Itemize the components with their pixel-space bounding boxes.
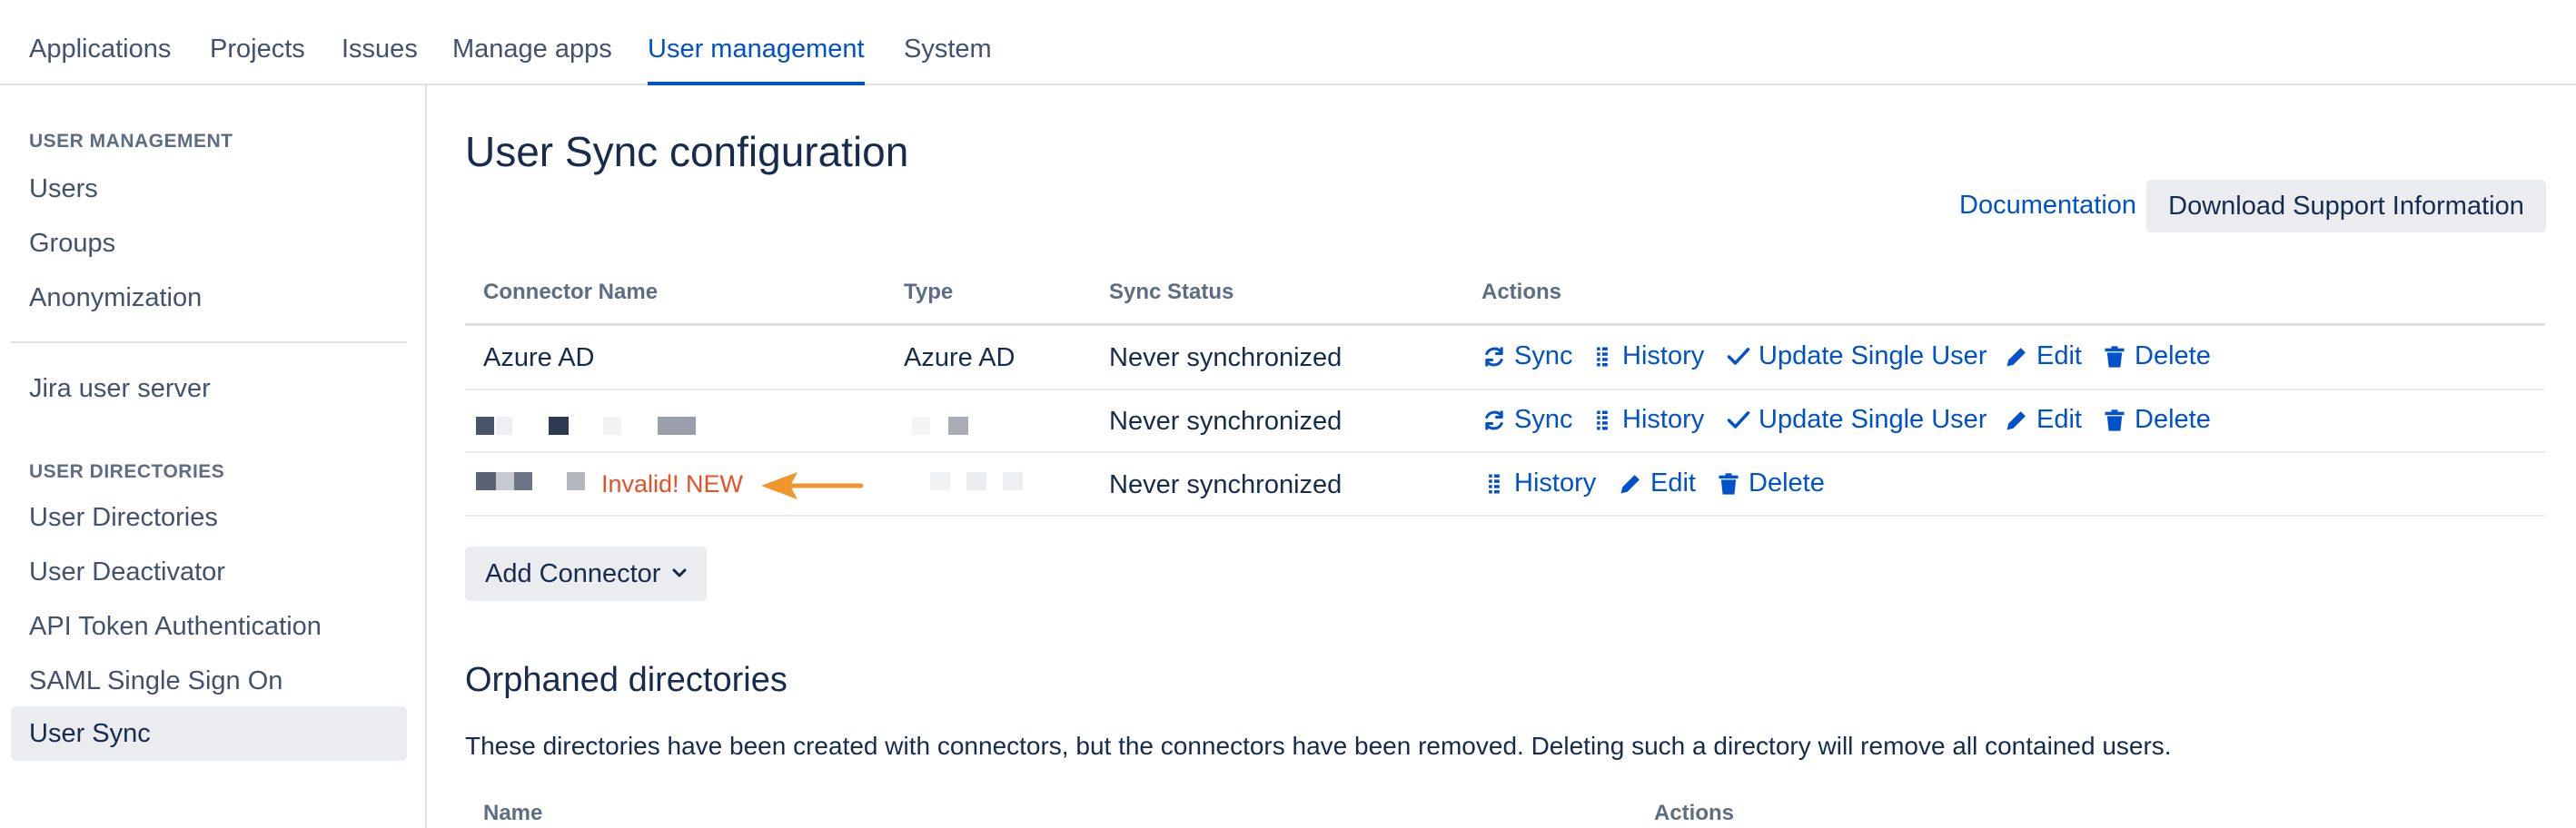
history-action-label: History bbox=[1622, 405, 1705, 434]
update-single-user-action[interactable]: Update Single User bbox=[1726, 341, 1986, 371]
sidebar-item-jira-user-server[interactable]: Jira user server bbox=[29, 374, 211, 404]
pencil-icon bbox=[1620, 474, 1640, 493]
delete-action[interactable]: Delete bbox=[2102, 341, 2211, 371]
delete-action-label: Delete bbox=[2135, 341, 2211, 370]
history-action[interactable]: History bbox=[1481, 468, 1596, 498]
sidebar-item-api-token-authentication[interactable]: API Token Authentication bbox=[29, 612, 322, 642]
connector-name-cell: Azure AD bbox=[483, 343, 595, 372]
edit-action[interactable]: Edit bbox=[2004, 341, 2082, 371]
tab-applications[interactable]: Applications bbox=[29, 34, 171, 64]
redacted-connector-name bbox=[549, 417, 569, 435]
table-header-divider bbox=[465, 323, 2545, 326]
orphaned-directories-title: Orphaned directories bbox=[465, 661, 788, 699]
column-header-actions: Actions bbox=[1654, 801, 1735, 825]
row-divider bbox=[465, 389, 2545, 390]
sidebar-item-users[interactable]: Users bbox=[29, 174, 98, 204]
history-list-icon bbox=[1489, 474, 1500, 493]
update-single-user-label: Update Single User bbox=[1759, 405, 1987, 434]
arrow-left-icon bbox=[761, 472, 864, 499]
sidebar-item-groups[interactable]: Groups bbox=[29, 229, 115, 259]
redacted-connector-name bbox=[496, 417, 512, 435]
redacted-connector-name bbox=[496, 472, 514, 490]
redacted-connector-type bbox=[966, 472, 986, 490]
download-support-information-button[interactable]: Download Support Information bbox=[2146, 180, 2546, 232]
sidebar-divider bbox=[11, 341, 407, 343]
redacted-connector-name bbox=[476, 472, 496, 490]
history-action[interactable]: History bbox=[1590, 341, 1704, 371]
sidebar-heading-user-management: USER MANAGEMENT bbox=[29, 131, 233, 152]
connector-type-cell: Azure AD bbox=[904, 343, 1016, 372]
sidebar-heading-user-directories: USER DIRECTORIES bbox=[29, 461, 225, 482]
chevron-down-icon bbox=[672, 547, 687, 620]
sync-icon bbox=[1485, 410, 1503, 429]
checkmark-icon bbox=[1727, 410, 1750, 429]
history-list-icon bbox=[1597, 347, 1608, 366]
column-header-name: Name bbox=[483, 801, 543, 825]
sidebar-item-user-directories[interactable]: User Directories bbox=[29, 503, 218, 533]
redacted-connector-name bbox=[567, 472, 585, 490]
column-header-connector-name: Connector Name bbox=[483, 280, 659, 304]
history-action-label: History bbox=[1514, 468, 1597, 498]
redacted-connector-name bbox=[514, 472, 532, 490]
edit-action[interactable]: Edit bbox=[2004, 405, 2082, 435]
history-action[interactable]: History bbox=[1590, 405, 1704, 435]
update-single-user-action[interactable]: Update Single User bbox=[1726, 405, 1986, 435]
sidebar-item-anonymization[interactable]: Anonymization bbox=[29, 283, 202, 313]
sync-status-cell: Never synchronized bbox=[1109, 343, 1342, 372]
sidebar: USER MANAGEMENT Users Groups Anonymizati… bbox=[0, 85, 427, 828]
redacted-connector-name bbox=[476, 417, 494, 435]
delete-action-label: Delete bbox=[2135, 405, 2211, 434]
orphaned-directories-description: These directories have been created with… bbox=[465, 732, 2172, 760]
history-list-icon bbox=[1597, 410, 1608, 429]
invalid-new-badge: Invalid! NEW bbox=[601, 470, 744, 498]
add-connector-button[interactable]: Add Connector bbox=[465, 547, 707, 601]
sync-action[interactable]: Sync bbox=[1481, 405, 1572, 435]
sync-status-cell: Never synchronized bbox=[1109, 407, 1342, 436]
top-navigation: Applications Projects Issues Manage apps… bbox=[0, 0, 2576, 85]
column-header-sync-status: Sync Status bbox=[1109, 280, 1234, 304]
delete-action[interactable]: Delete bbox=[1716, 468, 1825, 498]
trash-icon bbox=[2105, 409, 2125, 431]
page-title: User Sync configuration bbox=[465, 128, 909, 175]
row-divider bbox=[465, 451, 2545, 453]
sync-icon bbox=[1485, 347, 1503, 366]
update-single-user-label: Update Single User bbox=[1759, 341, 1987, 370]
tab-manage-apps[interactable]: Manage apps bbox=[452, 34, 612, 64]
sidebar-item-user-sync[interactable]: User Sync bbox=[11, 706, 407, 761]
sync-action[interactable]: Sync bbox=[1481, 341, 1572, 371]
history-action-label: History bbox=[1622, 341, 1705, 370]
checkmark-icon bbox=[1727, 347, 1750, 365]
redacted-connector-type bbox=[912, 417, 930, 435]
pencil-icon bbox=[2006, 347, 2026, 366]
trash-icon bbox=[2105, 345, 2125, 368]
tab-issues[interactable]: Issues bbox=[342, 34, 418, 64]
redacted-connector-name bbox=[658, 417, 696, 435]
tab-system[interactable]: System bbox=[904, 34, 992, 64]
delete-action-label: Delete bbox=[1749, 468, 1825, 498]
edit-action-label: Edit bbox=[2036, 341, 2082, 370]
column-header-actions: Actions bbox=[1481, 280, 1562, 304]
sync-status-cell: Never synchronized bbox=[1109, 470, 1342, 499]
delete-action[interactable]: Delete bbox=[2102, 405, 2211, 435]
tab-projects[interactable]: Projects bbox=[210, 34, 305, 64]
redacted-connector-type bbox=[1003, 472, 1023, 490]
sync-action-label: Sync bbox=[1514, 341, 1573, 370]
add-connector-label: Add Connector bbox=[485, 559, 661, 588]
edit-action[interactable]: Edit bbox=[1618, 468, 1696, 498]
sync-action-label: Sync bbox=[1514, 405, 1573, 434]
edit-action-label: Edit bbox=[2036, 405, 2082, 434]
edit-action-label: Edit bbox=[1650, 468, 1696, 498]
redacted-connector-type bbox=[948, 417, 968, 435]
documentation-link[interactable]: Documentation bbox=[1959, 191, 2136, 221]
sidebar-item-saml-single-sign-on[interactable]: SAML Single Sign On bbox=[29, 666, 282, 696]
tab-user-management[interactable]: User management bbox=[648, 34, 865, 85]
pencil-icon bbox=[2006, 410, 2026, 429]
redacted-connector-name bbox=[603, 417, 621, 435]
redacted-connector-type bbox=[930, 472, 950, 490]
trash-icon bbox=[1719, 472, 1739, 495]
column-header-type: Type bbox=[904, 280, 954, 304]
row-divider bbox=[465, 515, 2545, 517]
sidebar-item-user-deactivator[interactable]: User Deactivator bbox=[29, 557, 225, 587]
